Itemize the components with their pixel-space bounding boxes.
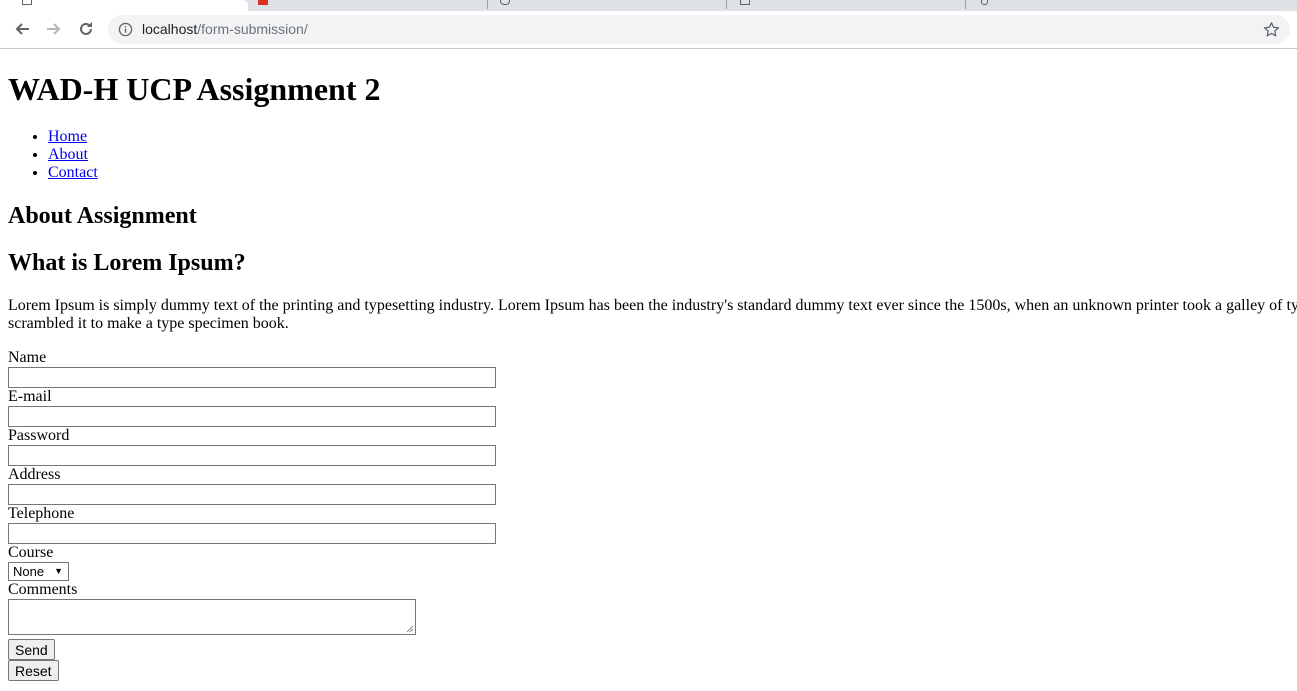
name-label: Name (8, 349, 47, 366)
telephone-input[interactable] (8, 523, 496, 544)
nav-item-about: About (48, 146, 98, 164)
browser-tab-strip (0, 0, 1297, 11)
tab-separator (487, 0, 488, 9)
course-label: Course (8, 544, 54, 561)
reload-button[interactable] (72, 15, 100, 43)
url-text[interactable]: localhost/form-submission/ (142, 21, 308, 38)
forward-button[interactable] (40, 15, 68, 43)
arrow-right-icon (47, 23, 61, 35)
address-label: Address (8, 466, 61, 483)
pdf-icon (258, 0, 268, 5)
url-path: /form-submission/ (197, 21, 308, 37)
email-input[interactable] (8, 406, 496, 427)
send-button[interactable]: Send (8, 639, 55, 660)
name-input[interactable] (8, 367, 496, 388)
course-selected-value: None (13, 564, 45, 579)
nav-link-home[interactable]: Home (48, 128, 87, 145)
subheading: What is Lorem Ipsum? (8, 250, 246, 276)
browser-tab[interactable] (729, 0, 962, 11)
telephone-label: Telephone (8, 505, 75, 522)
lorem-paragraph: Lorem Ipsum is simply dummy text of the … (8, 297, 1297, 332)
dropdown-arrow-icon: ▼ (54, 566, 63, 576)
back-button[interactable] (8, 15, 36, 43)
globe-icon (500, 0, 510, 5)
info-icon[interactable] (118, 22, 133, 37)
page-icon (740, 0, 750, 5)
section-heading: About Assignment (8, 203, 197, 229)
reload-icon (80, 22, 92, 35)
page-title: WAD-H UCP Assignment 2 (8, 71, 381, 107)
resize-grip-icon[interactable] (406, 625, 414, 633)
nav-item-contact: Contact (48, 164, 98, 182)
browser-tab[interactable] (490, 0, 723, 11)
password-input[interactable] (8, 445, 496, 466)
bookmark-star-icon[interactable] (1263, 21, 1280, 38)
browser-tab-active[interactable] (0, 0, 248, 11)
email-label: E-mail (8, 388, 52, 405)
url-host: localhost (142, 21, 198, 37)
browser-tab[interactable] (968, 0, 1068, 11)
nav-item-home: Home (48, 128, 98, 146)
nav-link-about[interactable]: About (48, 146, 88, 163)
browser-toolbar: localhost/form-submission/ (0, 11, 1297, 49)
browser-tab[interactable] (254, 0, 484, 11)
search-icon (981, 0, 988, 5)
address-bar[interactable]: localhost/form-submission/ (108, 15, 1290, 44)
page-icon (22, 0, 32, 5)
comments-label: Comments (8, 581, 78, 598)
reset-button[interactable]: Reset (8, 660, 59, 681)
nav-list: Home About Contact (8, 128, 98, 182)
comments-textarea[interactable] (8, 599, 416, 635)
page-content: WAD-H UCP Assignment 2 Home About Contac… (0, 49, 1297, 691)
tab-separator (726, 0, 727, 9)
tab-separator (965, 0, 966, 9)
address-input[interactable] (8, 484, 496, 505)
password-label: Password (8, 427, 70, 444)
course-select[interactable]: None ▼ (8, 562, 69, 581)
nav-link-contact[interactable]: Contact (48, 164, 98, 181)
arrow-left-icon (15, 23, 29, 35)
